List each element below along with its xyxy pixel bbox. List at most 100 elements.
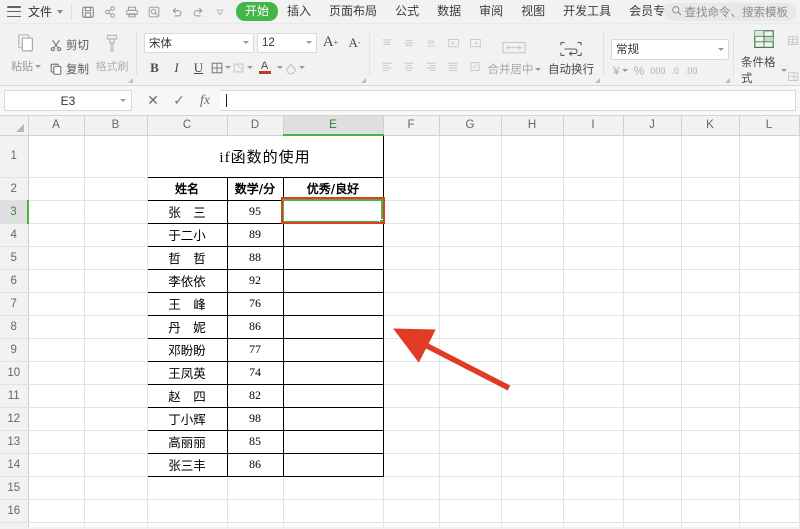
student-name-3[interactable]: 哲 哲 (146, 245, 228, 270)
cell-F5[interactable] (383, 246, 440, 270)
cell-J1[interactable] (623, 135, 682, 178)
row-header-7[interactable]: 7 (0, 292, 29, 316)
copy-button[interactable]: 复制 (46, 59, 92, 80)
row-header-3[interactable]: 3 (0, 200, 29, 224)
select-all-corner[interactable] (0, 116, 29, 136)
cell-B4[interactable] (84, 223, 148, 247)
cell-H5[interactable] (501, 246, 564, 270)
cell-L6[interactable] (739, 269, 800, 293)
save-icon[interactable] (78, 3, 98, 21)
cell-G2[interactable] (439, 177, 502, 201)
increase-indent-button[interactable] (465, 34, 485, 53)
cell-A1[interactable] (28, 135, 85, 178)
student-score-3[interactable]: 88 (226, 245, 284, 270)
merge-center-button[interactable]: 合并居中 (485, 33, 543, 77)
cell-B14[interactable] (84, 453, 148, 477)
tab-insert[interactable]: 插入 (278, 2, 320, 21)
cell-H2[interactable] (501, 177, 564, 201)
student-name-10[interactable]: 丁小辉 (146, 406, 228, 431)
student-result-4[interactable] (282, 268, 384, 293)
column-header-h[interactable]: H (501, 116, 564, 136)
cell-F6[interactable] (383, 269, 440, 293)
wrap-text-button[interactable]: 自动换行 (543, 33, 599, 77)
student-score-1[interactable]: 95 (226, 199, 284, 224)
cell-H8[interactable] (501, 315, 564, 339)
cell-I5[interactable] (563, 246, 624, 270)
cell-B1[interactable] (84, 135, 148, 178)
cell-J9[interactable] (623, 338, 682, 362)
cell-I17[interactable] (563, 522, 624, 527)
cell-G5[interactable] (439, 246, 502, 270)
fill-color-button[interactable] (232, 57, 253, 78)
cell-I10[interactable] (563, 361, 624, 385)
tab-data[interactable]: 数据 (428, 2, 470, 21)
font-name-select[interactable]: 宋体 (144, 32, 254, 53)
cell-K15[interactable] (681, 476, 740, 500)
cell-I14[interactable] (563, 453, 624, 477)
student-name-8[interactable]: 王凤英 (146, 360, 228, 385)
spreadsheet-grid-area[interactable]: A B C D E F G H I J K L 1 if函数的使用 2 姓名 数学/分 优秀/良好 3 张 三 95 4 于… (0, 116, 800, 527)
cell-J7[interactable] (623, 292, 682, 316)
cell-G1[interactable] (439, 135, 502, 178)
cell-J17[interactable] (623, 522, 682, 527)
undo-icon[interactable] (166, 3, 186, 21)
format-painter-button[interactable]: 格式刷 (92, 28, 132, 82)
cell-L16[interactable] (739, 499, 800, 523)
justify-button[interactable] (443, 57, 463, 76)
file-menu-button[interactable]: 文件 (26, 3, 65, 20)
cell-I7[interactable] (563, 292, 624, 316)
cell-L14[interactable] (739, 453, 800, 477)
student-score-5[interactable]: 76 (226, 291, 284, 316)
cell-B13[interactable] (84, 430, 148, 454)
column-header-f[interactable]: F (383, 116, 440, 136)
cell-B6[interactable] (84, 269, 148, 293)
row-header-6[interactable]: 6 (0, 269, 29, 293)
column-header-b[interactable]: B (84, 116, 148, 136)
cell-J12[interactable] (623, 407, 682, 431)
cell-A9[interactable] (28, 338, 85, 362)
cell-J13[interactable] (623, 430, 682, 454)
cell-I8[interactable] (563, 315, 624, 339)
cell-F15[interactable] (383, 476, 440, 500)
student-score-2[interactable]: 89 (226, 222, 284, 247)
tab-start[interactable]: 开始 (236, 2, 279, 21)
name-box[interactable]: E3 (4, 90, 132, 111)
cell-B10[interactable] (84, 361, 148, 385)
align-top-button[interactable] (377, 34, 397, 53)
row-header-4[interactable]: 4 (0, 223, 29, 247)
cell-L1[interactable] (739, 135, 800, 178)
student-name-6[interactable]: 丹 妮 (146, 314, 228, 339)
cell-L3[interactable] (739, 200, 800, 224)
percent-format-button[interactable]: % (634, 64, 645, 78)
student-result-8[interactable] (282, 360, 384, 385)
cell-B17[interactable] (84, 522, 148, 527)
student-name-12[interactable]: 张三丰 (146, 452, 228, 477)
cell-K8[interactable] (681, 315, 740, 339)
cell-C16[interactable] (147, 499, 228, 523)
cell-L13[interactable] (739, 430, 800, 454)
italic-button[interactable]: I (166, 57, 187, 78)
tab-review[interactable]: 审阅 (470, 2, 512, 21)
student-score-9[interactable]: 82 (226, 383, 284, 408)
formula-input[interactable] (220, 90, 796, 111)
cell-K1[interactable] (681, 135, 740, 178)
font-dialog-launcher[interactable] (360, 77, 366, 83)
cell-K9[interactable] (681, 338, 740, 362)
cell-A13[interactable] (28, 430, 85, 454)
cell-C15[interactable] (147, 476, 228, 500)
redo-icon[interactable] (188, 3, 208, 21)
cell-J3[interactable] (623, 200, 682, 224)
cell-B9[interactable] (84, 338, 148, 362)
cell-A8[interactable] (28, 315, 85, 339)
student-score-10[interactable]: 98 (226, 406, 284, 431)
student-result-6[interactable] (282, 314, 384, 339)
print-icon[interactable] (122, 3, 142, 21)
row-header-14[interactable]: 14 (0, 453, 29, 477)
row-header-1[interactable]: 1 (0, 135, 29, 178)
clipboard-dialog-launcher[interactable] (127, 77, 133, 83)
cell-F1[interactable] (383, 135, 440, 178)
row-header-15[interactable]: 15 (0, 476, 29, 500)
chevron-down-icon[interactable] (210, 3, 230, 21)
orientation-button[interactable] (465, 57, 485, 76)
cancel-formula-button[interactable]: ✕ (140, 90, 166, 112)
